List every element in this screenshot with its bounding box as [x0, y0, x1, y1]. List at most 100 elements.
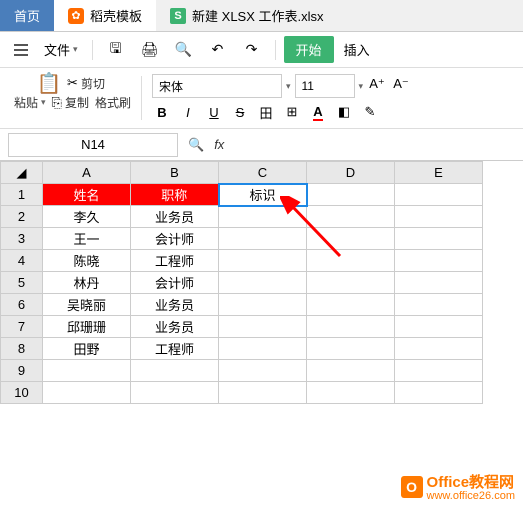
cell[interactable]: 李久 [43, 206, 131, 228]
cell[interactable] [307, 382, 395, 404]
format-painter-button[interactable]: 格式刷 [95, 94, 131, 111]
cell[interactable] [307, 250, 395, 272]
row-header[interactable]: 8 [1, 338, 43, 360]
fx-label[interactable]: fx [214, 137, 224, 152]
ribbon-insert[interactable]: 插入 [338, 36, 376, 63]
cell-a1[interactable]: 姓名 [43, 184, 131, 206]
name-box[interactable] [8, 133, 178, 157]
cell[interactable] [395, 206, 483, 228]
file-menu[interactable]: 文件 ▾ [38, 36, 84, 63]
cell[interactable] [307, 272, 395, 294]
row-header[interactable]: 1 [1, 184, 43, 206]
cut-button[interactable]: ✂ 剪切 [67, 75, 105, 92]
cell[interactable] [395, 272, 483, 294]
paste-button[interactable]: 粘贴▾ [14, 94, 46, 111]
row-header[interactable]: 6 [1, 294, 43, 316]
decrease-font-button[interactable]: A⁻ [391, 74, 411, 94]
cell[interactable] [395, 250, 483, 272]
cell[interactable] [395, 316, 483, 338]
cell[interactable] [395, 184, 483, 206]
cell[interactable]: 陈晓 [43, 250, 131, 272]
font-color-button[interactable]: A [308, 102, 328, 122]
cell[interactable] [395, 360, 483, 382]
tab-home[interactable]: 首页 [0, 0, 54, 31]
cell[interactable]: 田野 [43, 338, 131, 360]
app-menu-button[interactable] [8, 40, 34, 60]
cell[interactable]: 工程师 [131, 338, 219, 360]
cell[interactable]: 业务员 [131, 294, 219, 316]
cell[interactable] [43, 382, 131, 404]
save-button[interactable]: 🖫 [101, 37, 131, 63]
copy-icon: ⎘ [52, 95, 62, 111]
cell[interactable] [219, 272, 307, 294]
col-header-e[interactable]: E [395, 162, 483, 184]
font-name-select[interactable] [152, 74, 282, 98]
cell[interactable] [43, 360, 131, 382]
cell[interactable]: 林丹 [43, 272, 131, 294]
cell[interactable]: 会计师 [131, 272, 219, 294]
font-size-select[interactable] [295, 74, 355, 98]
cell[interactable]: 工程师 [131, 250, 219, 272]
zoom-icon[interactable]: 🔍 [188, 137, 204, 153]
cell[interactable] [219, 382, 307, 404]
cell[interactable]: 邱珊珊 [43, 316, 131, 338]
col-header-d[interactable]: D [307, 162, 395, 184]
cell[interactable] [219, 206, 307, 228]
cell[interactable] [395, 338, 483, 360]
file-label: 文件 [44, 40, 70, 59]
row-header[interactable]: 3 [1, 228, 43, 250]
cell[interactable] [395, 294, 483, 316]
cell[interactable] [395, 228, 483, 250]
highlight-button[interactable]: ✎ [360, 102, 380, 122]
cell[interactable] [307, 360, 395, 382]
row-header[interactable]: 9 [1, 360, 43, 382]
cell[interactable]: 会计师 [131, 228, 219, 250]
col-header-c[interactable]: C [219, 162, 307, 184]
print-preview-button[interactable]: 🔍 [169, 37, 199, 63]
col-header-a[interactable]: A [43, 162, 131, 184]
ribbon-start[interactable]: 开始 [284, 36, 334, 63]
italic-button[interactable]: I [178, 102, 198, 122]
cell[interactable] [219, 316, 307, 338]
cell[interactable] [307, 184, 395, 206]
copy-button[interactable]: ⎘ 复制 [52, 94, 89, 111]
tab-docer[interactable]: ✿ 稻壳模板 [54, 0, 156, 31]
cell[interactable] [307, 228, 395, 250]
cell[interactable] [131, 382, 219, 404]
cell[interactable] [219, 338, 307, 360]
cell[interactable] [307, 294, 395, 316]
bold-button[interactable]: B [152, 102, 172, 122]
row-header[interactable]: 10 [1, 382, 43, 404]
underline-button[interactable]: U [204, 102, 224, 122]
cell[interactable] [131, 360, 219, 382]
cell[interactable]: 业务员 [131, 316, 219, 338]
cell[interactable] [307, 206, 395, 228]
cell[interactable] [219, 228, 307, 250]
cell[interactable] [219, 294, 307, 316]
print-button[interactable]: 🖨 [135, 37, 165, 63]
fill-color-button[interactable]: ◧ [334, 102, 354, 122]
row-header[interactable]: 4 [1, 250, 43, 272]
row-header[interactable]: 2 [1, 206, 43, 228]
select-all-corner[interactable]: ◢ [1, 162, 43, 184]
cell[interactable] [219, 250, 307, 272]
cell[interactable] [395, 382, 483, 404]
strikethrough-button[interactable]: S [230, 102, 250, 122]
cell[interactable] [307, 338, 395, 360]
cell[interactable]: 业务员 [131, 206, 219, 228]
cell[interactable] [307, 316, 395, 338]
row-header[interactable]: 5 [1, 272, 43, 294]
cell[interactable]: 吴晓丽 [43, 294, 131, 316]
undo-button[interactable]: ↶ [203, 37, 233, 63]
col-header-b[interactable]: B [131, 162, 219, 184]
row-header[interactable]: 7 [1, 316, 43, 338]
redo-button[interactable]: ↷ [237, 37, 267, 63]
increase-font-button[interactable]: A⁺ [367, 74, 387, 94]
border-button[interactable]: 田 [256, 102, 276, 122]
cell[interactable] [219, 360, 307, 382]
merge-button[interactable]: ⊞ [282, 102, 302, 122]
cell-c1[interactable]: 标识 [219, 184, 307, 206]
tab-workbook[interactable]: S 新建 XLSX 工作表.xlsx [156, 0, 337, 31]
cell-b1[interactable]: 职称 [131, 184, 219, 206]
cell[interactable]: 王一 [43, 228, 131, 250]
